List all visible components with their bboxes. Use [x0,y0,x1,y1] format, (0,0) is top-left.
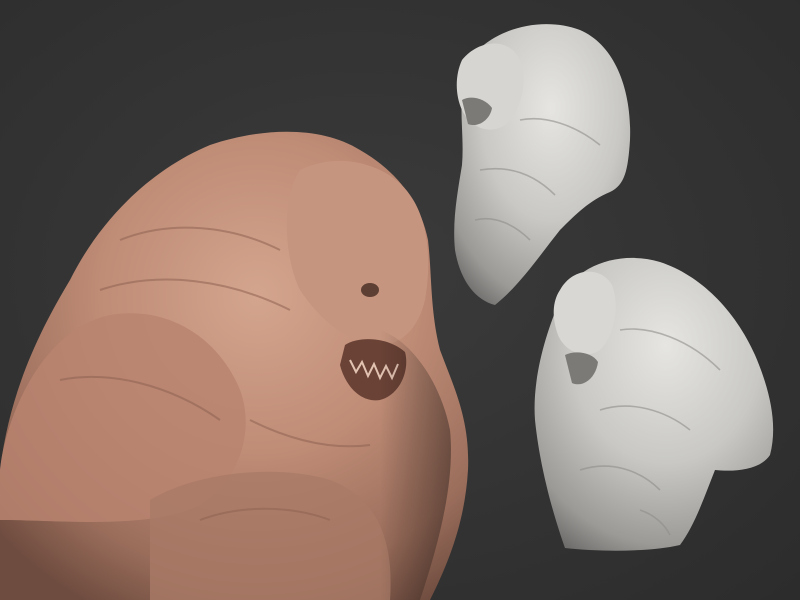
main-creature-bust [0,131,469,600]
bottom-right-clay-bust [534,257,774,551]
sculpt-render-viewport [0,0,800,600]
sculpt-render-svg [0,24,774,600]
main-creature-eye [361,283,379,297]
